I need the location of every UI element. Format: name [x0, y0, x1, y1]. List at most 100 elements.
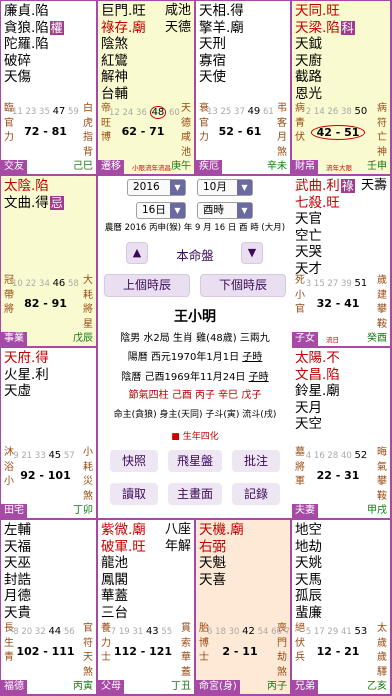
annotate-button[interactable]: 批注: [232, 450, 280, 472]
range-value: 82 - 91: [24, 297, 67, 310]
minor-star: 索: [181, 637, 191, 649]
ages-after: 61: [263, 107, 274, 117]
palace-cell[interactable]: 巨門.旺 祿存.廟 陰煞 紅鸞 解神 台輔 咸池 天德帝旺博天德咸池 12 24 36 48 6…: [98, 1, 194, 174]
flow-tag: 流日: [326, 336, 339, 344]
main-screen-button[interactable]: 主畫面: [168, 483, 222, 505]
minor-star: 耗: [83, 289, 93, 301]
star-label: 月德: [4, 588, 31, 604]
ganzhi-label: 戊辰: [73, 333, 93, 344]
minor-star: 神: [377, 146, 387, 158]
snapshot-button[interactable]: 快照: [110, 450, 158, 472]
star-label: 天機.廟: [199, 522, 244, 538]
minor-star: 攀: [377, 476, 387, 487]
ages-before: 6 18 30: [207, 627, 240, 637]
month-value: 10月: [203, 181, 227, 193]
star-label: 右弼: [199, 538, 226, 555]
palace-cell[interactable]: 太陰.陷 文曲.得忌冠帶將大耗將星 10 22 34 46 58 82 - 91 事業戊…: [1, 176, 96, 346]
prev-hour-button[interactable]: 上個時辰: [104, 274, 190, 297]
ages-after: 56: [63, 627, 75, 637]
star-name: 台輔: [101, 86, 166, 103]
lunar-birth-date: 陰曆 己酉1969年11月24日: [121, 372, 246, 383]
flying-star-button[interactable]: 飛星盤: [168, 450, 222, 472]
palace-name: 子女: [292, 332, 318, 346]
month-select[interactable]: 10月 ▼: [197, 179, 253, 196]
next-chart-button[interactable]: ▼: [241, 242, 263, 264]
right-minor-stars: 病符亡神: [377, 102, 387, 160]
star-name: 廉貞.陷: [4, 3, 68, 20]
sihua-badge: 忌: [49, 195, 64, 210]
palace-cell[interactable]: 天同.旺 天梁.陷科天鉞 天廚 截路 恩光病青伏 病符亡神 2 14 26 38 50 42…: [292, 1, 390, 174]
star-label: 太陰.陷: [4, 178, 49, 194]
palace-cell[interactable]: 廉貞.陷 貪狼.陷權陀羅.陷 破碎 天傷臨官力白虎指背 11 23 35 47 59 72…: [1, 1, 96, 174]
minor-star: 士: [101, 652, 111, 663]
palace-name: 父母: [98, 680, 124, 694]
star-name: 火星.利: [4, 367, 68, 384]
ages-after: 59: [68, 107, 79, 117]
star-name: 擎羊.廟: [199, 20, 262, 37]
next-hour-button[interactable]: 下個時辰: [200, 274, 286, 297]
star-label: 陰煞: [101, 36, 128, 52]
star-name: 天馬: [295, 572, 362, 589]
minor-star: 力: [199, 132, 209, 143]
minor-star: 災: [83, 476, 93, 487]
minor-star: 白: [83, 103, 93, 114]
age-range: 22 - 31: [306, 469, 370, 482]
palace-cell[interactable]: 天相.得 擎羊.廟 天刑 寡宿 天使衰官力弔客月煞 13 25 37 49 61 52 - …: [196, 1, 290, 174]
palace-cell[interactable]: 地空 地劫 天姚 天馬 孤辰 蜚廉絕伏兵太歲歲驛 5 17 29 41 53 12 - 21…: [292, 520, 390, 694]
ganzhi-label: 己巳: [73, 161, 93, 172]
star-label: 天月: [295, 399, 322, 416]
minor-star: 將: [4, 304, 14, 315]
hour-select[interactable]: 酉時 ▼: [197, 202, 253, 219]
minor-star: 伏: [295, 132, 305, 143]
star-name: 鈴星.廟: [295, 383, 362, 400]
star-name: 天福: [4, 539, 68, 556]
current-age: 44: [48, 626, 62, 637]
ages-before: 10 22 34: [12, 279, 50, 289]
star-list: 天府.得 火星.利 天虛: [4, 350, 68, 400]
minor-star: 生: [4, 637, 14, 649]
palace-cell[interactable]: 紫微.廟 破軍.旺 龍池 鳳閣 華蓋 三台 八座 年解養力士貫索華蓋 7 19 31 43 55…: [98, 520, 194, 694]
palace-cell[interactable]: 左輔 天福 天巫 封誥 月德 天貴長生青官符天煞 8 20 32 44 56 102 - 11…: [1, 520, 96, 694]
ages-after: 57: [63, 451, 75, 461]
minor-star: 池: [181, 146, 191, 158]
year-select[interactable]: 2016 ▼: [127, 179, 186, 196]
right-minor-stars: 歲建攀鞍: [377, 274, 387, 332]
minor-star: 青: [295, 117, 305, 129]
minor-star: 月: [277, 132, 287, 143]
ages-after: 54 66 78: [257, 627, 290, 637]
palace-cell[interactable]: 天府.得 火星.利 天虛沐浴小小耗災煞 9 21 33 45 57 92 - 101 田宅…: [1, 348, 96, 518]
age-range: 82 - 91: [15, 297, 76, 310]
sihua-badge: 權: [49, 20, 64, 35]
person-info: 陰男 水2局 生肖 雞(48歲) 三兩九: [120, 333, 270, 344]
star-name: 天刑: [199, 36, 262, 53]
chevron-down-icon: ▼: [237, 203, 252, 218]
age-list: 2 14 26 38 50: [303, 106, 370, 117]
star-label: 天鉞: [295, 36, 322, 52]
star-list: 太陽.不 文昌.陷 鈴星.廟 天月 天空: [295, 350, 362, 433]
right-minor-stars: 太歲歲驛: [377, 622, 387, 680]
right-minor-stars: 小耗災煞: [83, 446, 93, 504]
star-name: 封誥: [4, 572, 68, 589]
day-select[interactable]: 16日 ▼: [136, 202, 186, 219]
palace-cell[interactable]: 太陽.不 文昌.陷 鈴星.廟 天月 天空墓將軍晦氣攀鞍 4 16 28 40 52 22 …: [292, 348, 390, 518]
chevron-down-icon: ▼: [237, 180, 252, 195]
star-name: 天使: [199, 69, 262, 86]
age-list: 3 15 27 39 51: [303, 278, 370, 289]
age-range: 42 - 51: [306, 125, 370, 140]
star-name: 三台: [101, 605, 166, 622]
star-label: 天姚: [295, 555, 322, 571]
palace-cell[interactable]: 天機.廟右弼天魁天喜胎博士喪門劫煞6 18 30 42 54 66 782 - …: [196, 520, 290, 694]
star-list: 天相.得 擎羊.廟 天刑 寡宿 天使: [199, 3, 262, 86]
star-name: 破碎: [4, 53, 68, 70]
minor-star: 建: [377, 289, 387, 301]
records-button[interactable]: 記錄: [232, 483, 280, 505]
current-age: 45: [48, 450, 62, 461]
minor-star: 伏: [295, 637, 305, 649]
star-label: 天哭: [295, 244, 322, 260]
load-button[interactable]: 讀取: [110, 483, 158, 505]
star-name: 截路: [295, 69, 362, 86]
minor-star: 煞: [277, 666, 287, 678]
minor-star: 鞍: [377, 490, 387, 502]
palace-cell[interactable]: 武曲.利祿七殺.旺 天官 空亡 天哭 天才 天壽死小官歲建攀鞍 3 15 27 39 51 …: [292, 176, 390, 346]
ganzhi-label: 丁丑: [171, 681, 191, 692]
